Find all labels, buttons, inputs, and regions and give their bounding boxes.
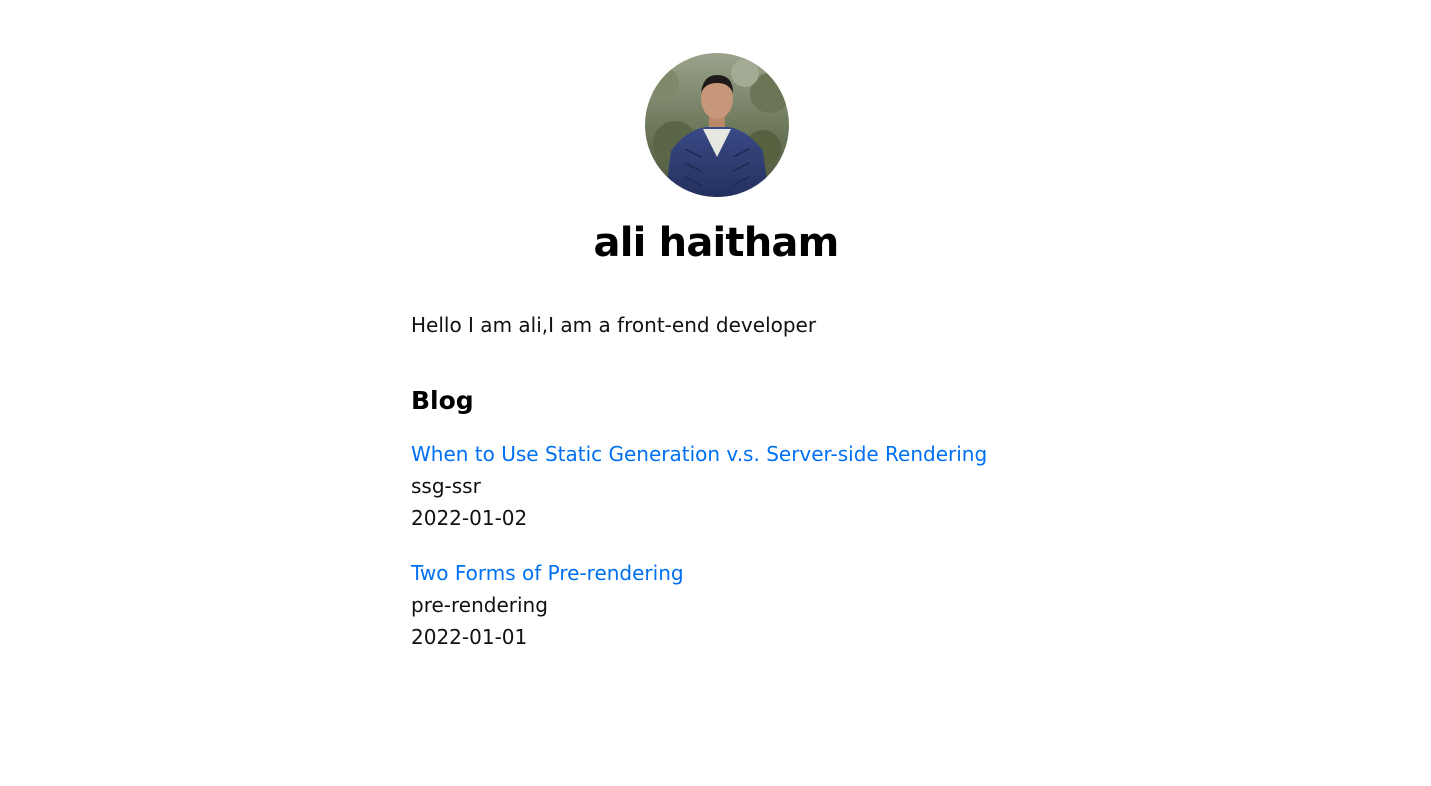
avatar-photo (645, 53, 789, 197)
profile-intro: Hello I am ali,I am a front-end develope… (411, 313, 817, 337)
blog-post-item: Two Forms of Pre-rendering pre-rendering… (411, 557, 987, 653)
blog-post-id: ssg-ssr (411, 474, 481, 498)
page-container: ali haitham Hello I am ali,I am a front-… (0, 0, 1431, 786)
blog-post-list: When to Use Static Generation v.s. Serve… (411, 438, 987, 676)
blog-post-link[interactable]: Two Forms of Pre-rendering (411, 557, 987, 589)
blog-post-link[interactable]: When to Use Static Generation v.s. Serve… (411, 438, 987, 470)
blog-post-item: When to Use Static Generation v.s. Serve… (411, 438, 987, 534)
blog-post-date: 2022-01-01 (411, 625, 528, 649)
profile-avatar (645, 53, 789, 197)
blog-post-date: 2022-01-02 (411, 506, 528, 530)
blog-heading: Blog (411, 386, 474, 415)
blog-post-id: pre-rendering (411, 593, 548, 617)
profile-name: ali haitham (593, 220, 840, 266)
